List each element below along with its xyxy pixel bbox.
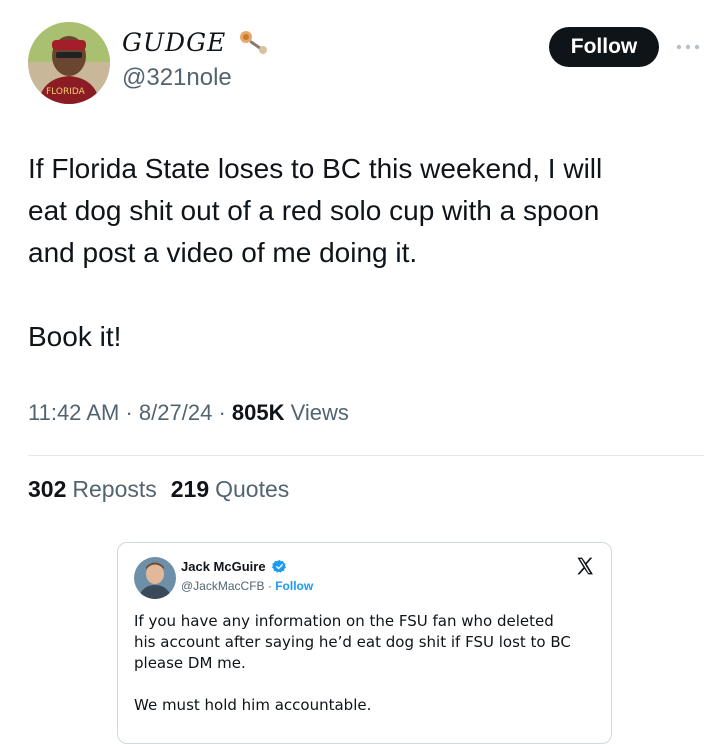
divider	[28, 455, 704, 456]
meta-separator: ·	[125, 400, 139, 425]
meta-separator: ·	[218, 400, 232, 425]
views-count: 805K	[231, 400, 285, 425]
more-icon[interactable]	[675, 38, 701, 56]
tweet-text: If Florida State loses to BC this weeken…	[28, 153, 603, 352]
tweet-time[interactable]: 11:42 AM	[28, 400, 119, 425]
quotes-count: 219	[170, 476, 210, 502]
reposts-label: Reposts	[72, 476, 157, 502]
reposts-count: 302	[28, 476, 67, 502]
embedded-name[interactable]: Jack McGuire	[181, 559, 287, 577]
quotes-label: Quotes	[215, 476, 290, 502]
display-name-text: GUDGE	[122, 28, 227, 57]
embedded-name-text: Jack McGuire	[181, 559, 266, 574]
reposts-link[interactable]: 302 Reposts	[28, 476, 157, 502]
embedded-handle[interactable]: @JackMacCFB	[181, 579, 265, 593]
embedded-handle-row: @JackMacCFB · Follow	[181, 579, 313, 593]
svg-text:FLORIDA: FLORIDA	[46, 87, 86, 97]
display-name[interactable]: GUDGE	[122, 28, 271, 62]
handle[interactable]: @321nole	[122, 64, 232, 92]
follow-button[interactable]: Follow	[549, 27, 659, 67]
embedded-text: If you have any information on the FSU f…	[134, 612, 571, 714]
quotes-link[interactable]: 219 Quotes	[171, 476, 290, 502]
tweet-date[interactable]: 8/27/24	[139, 400, 212, 425]
embedded-separator: ·	[267, 579, 272, 593]
verified-icon	[272, 559, 287, 577]
embedded-avatar[interactable]	[134, 557, 176, 599]
embedded-tweet-card[interactable]: Jack McGuire @JackMacCFB · Follow If you…	[117, 542, 612, 744]
embedded-follow-button[interactable]: Follow	[275, 579, 313, 593]
engagement-stats: 302 Reposts 219 Quotes	[28, 476, 289, 503]
tweet-meta: 11:42 AM · 8/27/24 · 805K Views	[28, 400, 349, 426]
emoji-icon	[237, 28, 271, 62]
views-label: Views	[290, 400, 349, 425]
avatar[interactable]: FLORIDA	[28, 22, 110, 104]
x-logo-icon[interactable]	[575, 556, 595, 581]
